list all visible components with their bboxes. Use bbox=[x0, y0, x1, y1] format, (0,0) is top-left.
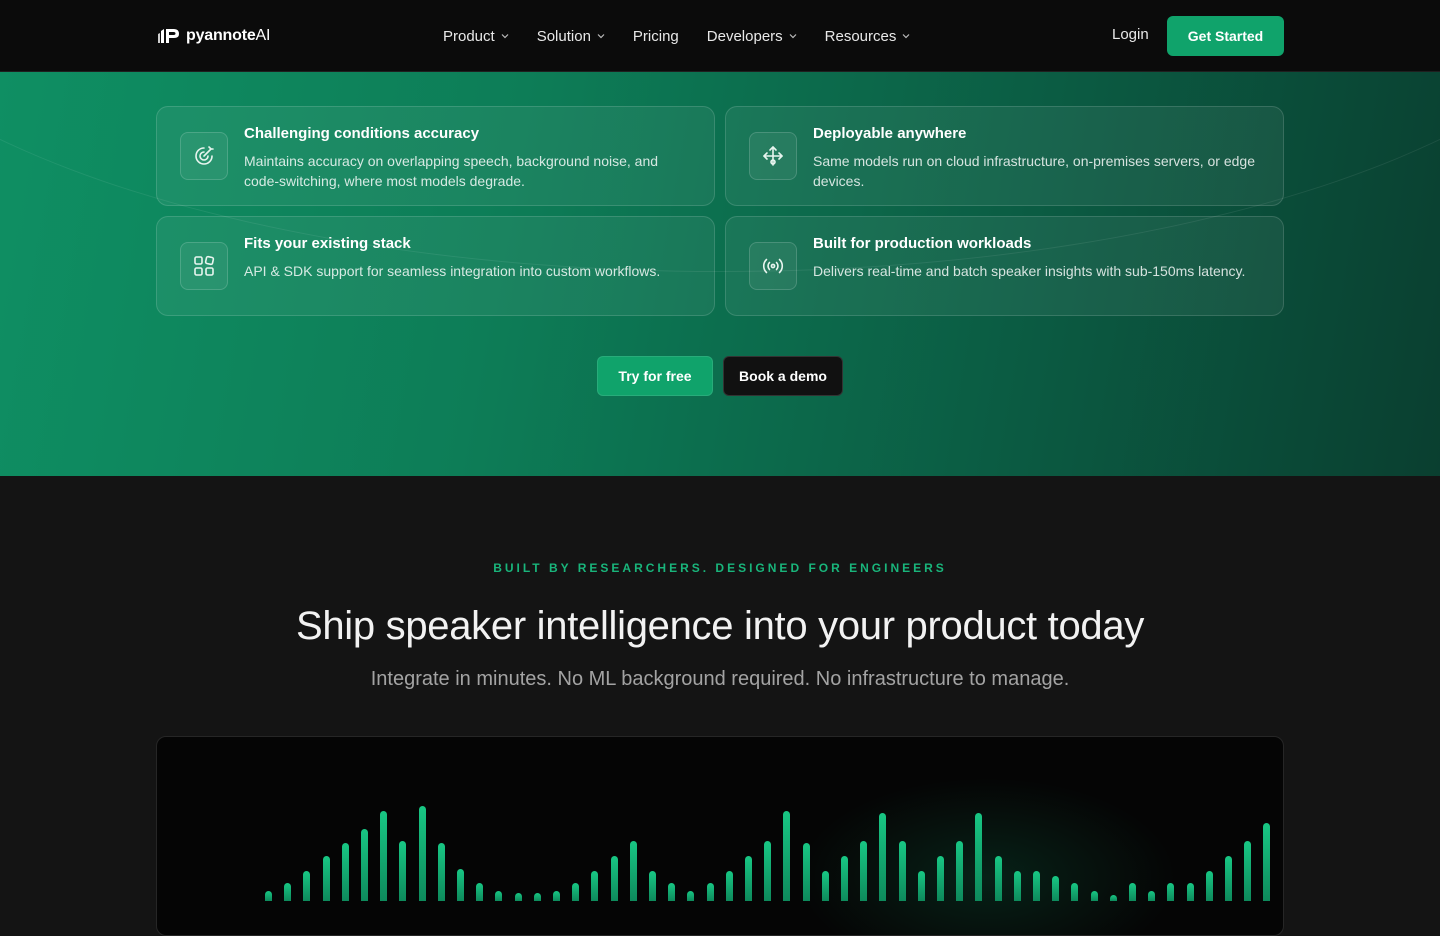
move-arrows-icon bbox=[749, 132, 797, 180]
waveform-bar bbox=[1071, 883, 1079, 901]
feature-card-accuracy: Challenging conditions accuracy Maintain… bbox=[156, 106, 715, 206]
feature-card-deployable: Deployable anywhere Same models run on c… bbox=[725, 106, 1284, 206]
section-eyebrow: BUILT BY RESEARCHERS. DESIGNED FOR ENGIN… bbox=[493, 561, 947, 575]
waveform-bar bbox=[994, 856, 1002, 901]
waveform-bar bbox=[706, 883, 714, 901]
waveform-bar bbox=[975, 813, 983, 901]
waveform-bar bbox=[572, 883, 580, 901]
waveform-bar bbox=[841, 856, 848, 901]
waveform-bar bbox=[745, 856, 752, 901]
nav-item-label: Pricing bbox=[632, 27, 679, 45]
book-demo-button[interactable]: Book a demo bbox=[723, 356, 843, 396]
section-headline: Ship speaker intelligence into your prod… bbox=[295, 604, 1145, 648]
waveform-bar bbox=[1225, 856, 1232, 901]
waveform-bar bbox=[380, 811, 388, 901]
waveform-bars bbox=[157, 737, 1283, 901]
broadcast-icon bbox=[749, 242, 797, 290]
waveform-bar bbox=[437, 843, 445, 901]
nav-item-developers[interactable]: Developers bbox=[707, 28, 797, 45]
target-icon bbox=[180, 132, 228, 180]
feature-card-production: Built for production workloads Delivers … bbox=[725, 216, 1284, 316]
waveform-bar bbox=[1052, 876, 1060, 901]
get-started-button[interactable]: Get Started bbox=[1167, 16, 1284, 56]
nav-item-label: Resources bbox=[824, 27, 897, 45]
waveform-panel bbox=[156, 736, 1284, 936]
nav-links: Product Solution Pricing Developers Reso… bbox=[443, 24, 938, 48]
chevron-down-icon bbox=[597, 34, 605, 39]
waveform-bar bbox=[860, 841, 868, 901]
waveform-bar bbox=[341, 843, 349, 901]
chevron-down-icon bbox=[902, 34, 910, 39]
waveform-bar bbox=[303, 871, 311, 901]
nav-item-label: Developers bbox=[706, 27, 783, 45]
feature-description: API & SDK support for seamless integrati… bbox=[244, 263, 661, 279]
section-subline: Integrate in minutes. No ML background r… bbox=[370, 668, 1070, 690]
waveform-bar bbox=[322, 856, 330, 901]
feature-card-stack: Fits your existing stack API & SDK suppo… bbox=[156, 216, 715, 316]
waveform-bar bbox=[917, 871, 925, 901]
logo[interactable]: pyannoteAI bbox=[158, 24, 270, 48]
waveform-bar bbox=[399, 841, 407, 901]
waveform-bar bbox=[591, 871, 599, 901]
waveform-bar bbox=[1244, 841, 1252, 901]
waveform-bar bbox=[725, 871, 733, 901]
feature-description: Maintains accuracy on overlapping speech… bbox=[244, 153, 659, 189]
waveform-bar bbox=[1263, 823, 1271, 901]
waveform-bar bbox=[629, 841, 637, 901]
feature-description: Delivers real-time and batch speaker ins… bbox=[813, 263, 1246, 279]
waveform-bar bbox=[879, 813, 887, 901]
feature-title: Fits your existing stack bbox=[244, 235, 411, 252]
waveform-bar bbox=[1129, 883, 1136, 901]
waveform-bar bbox=[1033, 871, 1040, 901]
waveform-bar bbox=[783, 811, 791, 901]
waveform-bar bbox=[476, 883, 484, 901]
features-hero: Challenging conditions accuracy Maintain… bbox=[0, 72, 1440, 476]
waveform-bar bbox=[764, 841, 772, 901]
waveform-bar bbox=[1167, 883, 1175, 901]
waveform-bar bbox=[418, 806, 426, 901]
waveform-bar bbox=[898, 841, 906, 901]
waveform-bar bbox=[1186, 883, 1194, 901]
nav-item-pricing[interactable]: Pricing bbox=[633, 28, 679, 45]
waveform-bar bbox=[1109, 895, 1117, 901]
waveform-bar bbox=[821, 871, 829, 901]
feature-title: Built for production workloads bbox=[813, 235, 1032, 252]
waveform-bar bbox=[457, 869, 464, 901]
chevron-down-icon bbox=[501, 34, 509, 39]
waveform-bar bbox=[1282, 841, 1283, 901]
feature-title: Challenging conditions accuracy bbox=[244, 125, 480, 142]
nav-item-solution[interactable]: Solution bbox=[537, 28, 605, 45]
waveform-bar bbox=[284, 883, 292, 901]
login-link[interactable]: Login bbox=[1112, 26, 1149, 43]
logo-text: pyannoteAI bbox=[186, 27, 271, 44]
waveform-bar bbox=[610, 856, 618, 901]
pyannote-logo-icon bbox=[158, 29, 179, 43]
waveform-bar bbox=[1205, 871, 1213, 901]
waveform-bar bbox=[361, 829, 368, 901]
feature-title: Deployable anywhere bbox=[813, 125, 967, 142]
waveform-bar bbox=[668, 883, 676, 901]
top-navbar: pyannoteAI Product Solution Pricing Deve… bbox=[0, 0, 1440, 72]
waveform-bar bbox=[937, 856, 944, 901]
nav-item-label: Product bbox=[443, 27, 495, 45]
waveform-bar bbox=[1013, 871, 1021, 901]
waveform-bar bbox=[956, 841, 964, 901]
grid-blocks-icon bbox=[180, 242, 228, 290]
waveform-bar bbox=[802, 843, 810, 901]
try-for-free-button[interactable]: Try for free bbox=[597, 356, 713, 396]
chevron-down-icon bbox=[789, 34, 797, 39]
waveform-bar bbox=[649, 871, 656, 901]
feature-description: Same models run on cloud infrastructure,… bbox=[813, 153, 1255, 189]
nav-item-label: Solution bbox=[536, 27, 591, 45]
nav-item-product[interactable]: Product bbox=[443, 28, 509, 45]
nav-item-resources[interactable]: Resources bbox=[825, 28, 911, 45]
